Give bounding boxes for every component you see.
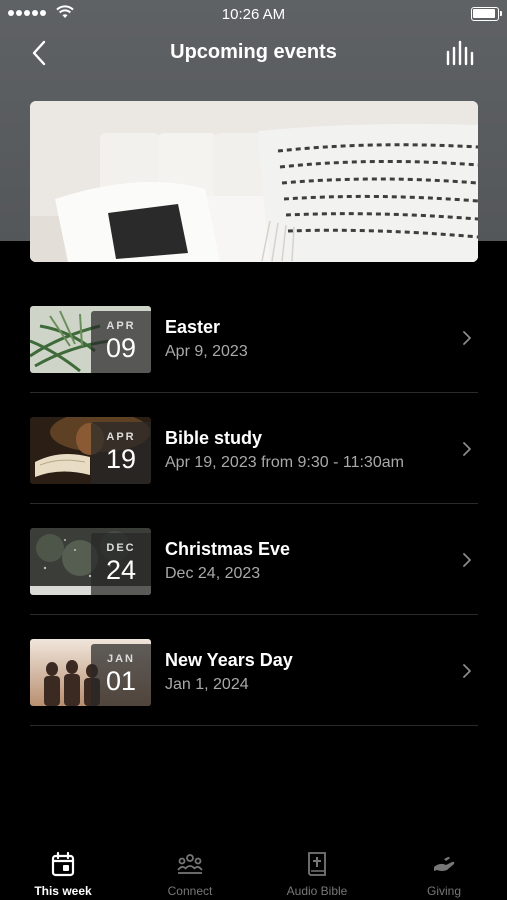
battery-icon: [471, 7, 502, 21]
chevron-right-icon: [463, 442, 471, 456]
event-date: Apr 19, 2023 from 9:30 - 11:30am: [165, 454, 404, 471]
hero-image: [30, 101, 478, 262]
event-item-easter[interactable]: APR 09 Easter Apr 9, 2023: [30, 282, 478, 393]
date-badge: APR 19: [91, 422, 151, 484]
date-day: 01: [105, 666, 137, 696]
audio-bars-icon[interactable]: [445, 40, 475, 68]
tab-connect[interactable]: Connect: [127, 840, 253, 900]
tab-label: Connect: [167, 884, 213, 898]
event-item-new-years-day[interactable]: JAN 01 New Years Day Jan 1, 2024: [30, 615, 478, 726]
event-title: New Years Day: [165, 650, 293, 670]
date-month: JAN: [106, 653, 135, 665]
giving-hand-icon: [434, 856, 455, 871]
date-month: APR: [106, 431, 136, 443]
tab-label: Giving: [426, 884, 461, 898]
status-time: 10:26 AM: [221, 6, 286, 23]
date-badge: DEC 24: [91, 533, 151, 595]
nav-header: Upcoming events: [0, 28, 507, 76]
tab-bar: This week Connect Audio Bible Giving: [0, 840, 507, 900]
date-month: APR: [106, 320, 136, 332]
tab-giving[interactable]: Giving: [381, 840, 507, 900]
tab-label: Audio Bible: [286, 884, 348, 898]
chevron-right-icon: [463, 553, 471, 567]
page-title: Upcoming events: [170, 41, 337, 63]
tab-label: This week: [34, 884, 92, 898]
status-bar: 10:26 AM: [0, 0, 507, 28]
calendar-icon: [51, 851, 75, 877]
event-thumbnail: APR 09: [30, 306, 151, 373]
event-date: Dec 24, 2023: [165, 565, 261, 582]
people-icon: [177, 854, 203, 874]
date-day: 19: [105, 444, 137, 474]
event-list: APR 09 Easter Apr 9, 2023 APR 19 Bible s…: [30, 282, 478, 726]
event-title: Christmas Eve: [165, 539, 291, 559]
date-day: 09: [105, 333, 137, 363]
event-thumbnail: APR 19: [30, 417, 151, 484]
chevron-right-icon: [463, 331, 471, 345]
event-date: Apr 9, 2023: [165, 343, 248, 360]
event-thumbnail: DEC 24: [30, 528, 151, 595]
tab-this-week[interactable]: This week: [0, 840, 126, 900]
date-badge: APR 09: [91, 311, 151, 373]
event-item-bible-study[interactable]: APR 19 Bible study Apr 19, 2023 from 9:3…: [30, 393, 478, 504]
bible-icon: [308, 852, 326, 876]
event-title: Easter: [165, 317, 221, 337]
date-day: 24: [105, 555, 137, 585]
date-badge: JAN 01: [91, 644, 151, 706]
event-date: Jan 1, 2024: [165, 676, 249, 693]
chevron-right-icon: [463, 664, 471, 678]
date-month: DEC: [106, 542, 136, 554]
event-thumbnail: JAN 01: [30, 639, 151, 706]
event-title: Bible study: [165, 428, 263, 448]
tab-audio-bible[interactable]: Audio Bible: [254, 840, 380, 900]
event-item-christmas-eve[interactable]: DEC 24 Christmas Eve Dec 24, 2023: [30, 504, 478, 615]
